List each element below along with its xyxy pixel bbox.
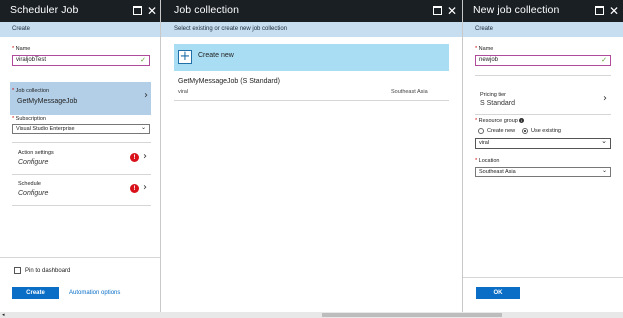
chevron-right-icon[interactable]: › [143, 182, 147, 193]
scheduler-job-blade: Scheduler Job ✕ Create * Name viraljobTe… [0, 0, 161, 312]
resource-group-select[interactable]: viral ⌄ [475, 138, 611, 149]
item-region: Southeast Asia [391, 89, 428, 95]
name-label: * Name [475, 46, 494, 52]
subbar: Select existing or create new job collec… [161, 22, 462, 37]
close-icon[interactable]: ✕ [146, 4, 158, 17]
scroll-left-icon[interactable]: ◂ [2, 312, 5, 318]
chevron-down-icon: ⌄ [601, 138, 607, 145]
blade-title: Job collection [174, 4, 240, 16]
job-collection-selector[interactable]: * Job collection GetMyMessageJob › [10, 82, 151, 115]
blade-header: Job collection ✕ [161, 0, 462, 22]
job-collection-label: * Job collection [12, 88, 49, 94]
name-input[interactable]: viraljobTest ✓ [12, 55, 150, 66]
footer-divider [0, 257, 160, 258]
maximize-icon[interactable] [131, 4, 143, 17]
close-icon[interactable]: ✕ [446, 4, 458, 17]
divider [12, 205, 151, 206]
new-job-collection-blade: New job collection ✕ Create * Name newjo… [463, 0, 623, 312]
maximize-icon[interactable] [593, 4, 605, 17]
ok-button[interactable]: OK [476, 287, 520, 299]
maximize-icon[interactable] [431, 4, 443, 17]
pricing-tier-value: S Standard [480, 100, 516, 107]
blade-title: Scheduler Job [10, 4, 79, 16]
item-name: GetMyMessageJob (S Standard) [178, 78, 280, 85]
plus-icon: + [178, 49, 192, 64]
subscription-select[interactable]: Visual Studio Enterprise ⌄ [12, 124, 150, 134]
divider [12, 142, 151, 143]
create-button[interactable]: Create [12, 287, 59, 299]
item-sub: viral [178, 89, 189, 95]
close-icon[interactable]: ✕ [608, 4, 620, 17]
chevron-down-icon: ⌄ [601, 168, 607, 174]
name-label: * Name [12, 46, 31, 52]
pricing-tier-row[interactable]: Pricing tier S Standard [480, 92, 608, 107]
divider [12, 174, 151, 175]
blade-title: New job collection [473, 4, 560, 16]
divider [475, 75, 611, 76]
pin-checkbox[interactable] [14, 267, 21, 274]
info-icon: i [519, 118, 525, 123]
subbar: Create [463, 22, 623, 37]
subscription-label: * Subscription [12, 116, 46, 122]
job-collection-blade: Job collection ✕ Select existing or crea… [161, 0, 463, 312]
chevron-right-icon: › [144, 90, 148, 101]
subbar: Create [0, 22, 160, 37]
create-new-radio[interactable] [478, 128, 484, 134]
chevron-right-icon[interactable]: › [603, 93, 607, 104]
error-icon: ! [130, 153, 139, 162]
location-select[interactable]: Southeast Asia ⌄ [475, 167, 611, 177]
use-existing-radio[interactable] [522, 128, 528, 134]
blade-header: New job collection ✕ [463, 0, 623, 22]
create-new-radio-label: Create new [487, 128, 516, 134]
footer-divider [463, 277, 623, 278]
blade-header: Scheduler Job ✕ [0, 0, 160, 22]
pricing-tier-label: Pricing tier [480, 92, 506, 98]
resource-group-label: * Resource group i [475, 118, 525, 124]
error-icon: ! [130, 184, 139, 193]
create-new-button[interactable]: + Create new [174, 44, 449, 71]
check-icon: ✓ [601, 57, 607, 64]
automation-options-link[interactable]: Automation options [69, 290, 120, 296]
chevron-right-icon[interactable]: › [143, 151, 147, 162]
check-icon: ✓ [140, 57, 146, 64]
location-label: * Location [475, 158, 500, 164]
scroll-thumb[interactable] [322, 313, 502, 317]
divider [174, 100, 449, 101]
chevron-down-icon: ⌄ [140, 125, 146, 131]
name-input[interactable]: newjob ✓ [475, 55, 611, 66]
use-existing-radio-label: Use existing [531, 128, 561, 134]
create-new-label: Create new [198, 52, 234, 59]
horizontal-scrollbar[interactable]: ◂ [0, 312, 623, 318]
divider [475, 114, 611, 115]
job-collection-value: GetMyMessageJob [17, 98, 78, 105]
pin-label: Pin to dashboard [25, 268, 71, 274]
list-item[interactable]: GetMyMessageJob (S Standard) viral South… [174, 76, 449, 99]
